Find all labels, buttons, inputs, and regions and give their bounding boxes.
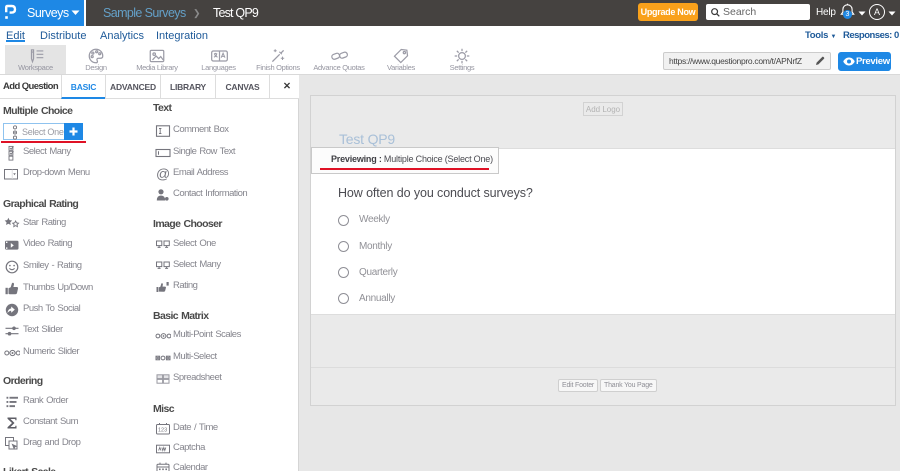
- svg-text:@: @: [156, 166, 170, 182]
- svg-text:123: 123: [158, 427, 167, 433]
